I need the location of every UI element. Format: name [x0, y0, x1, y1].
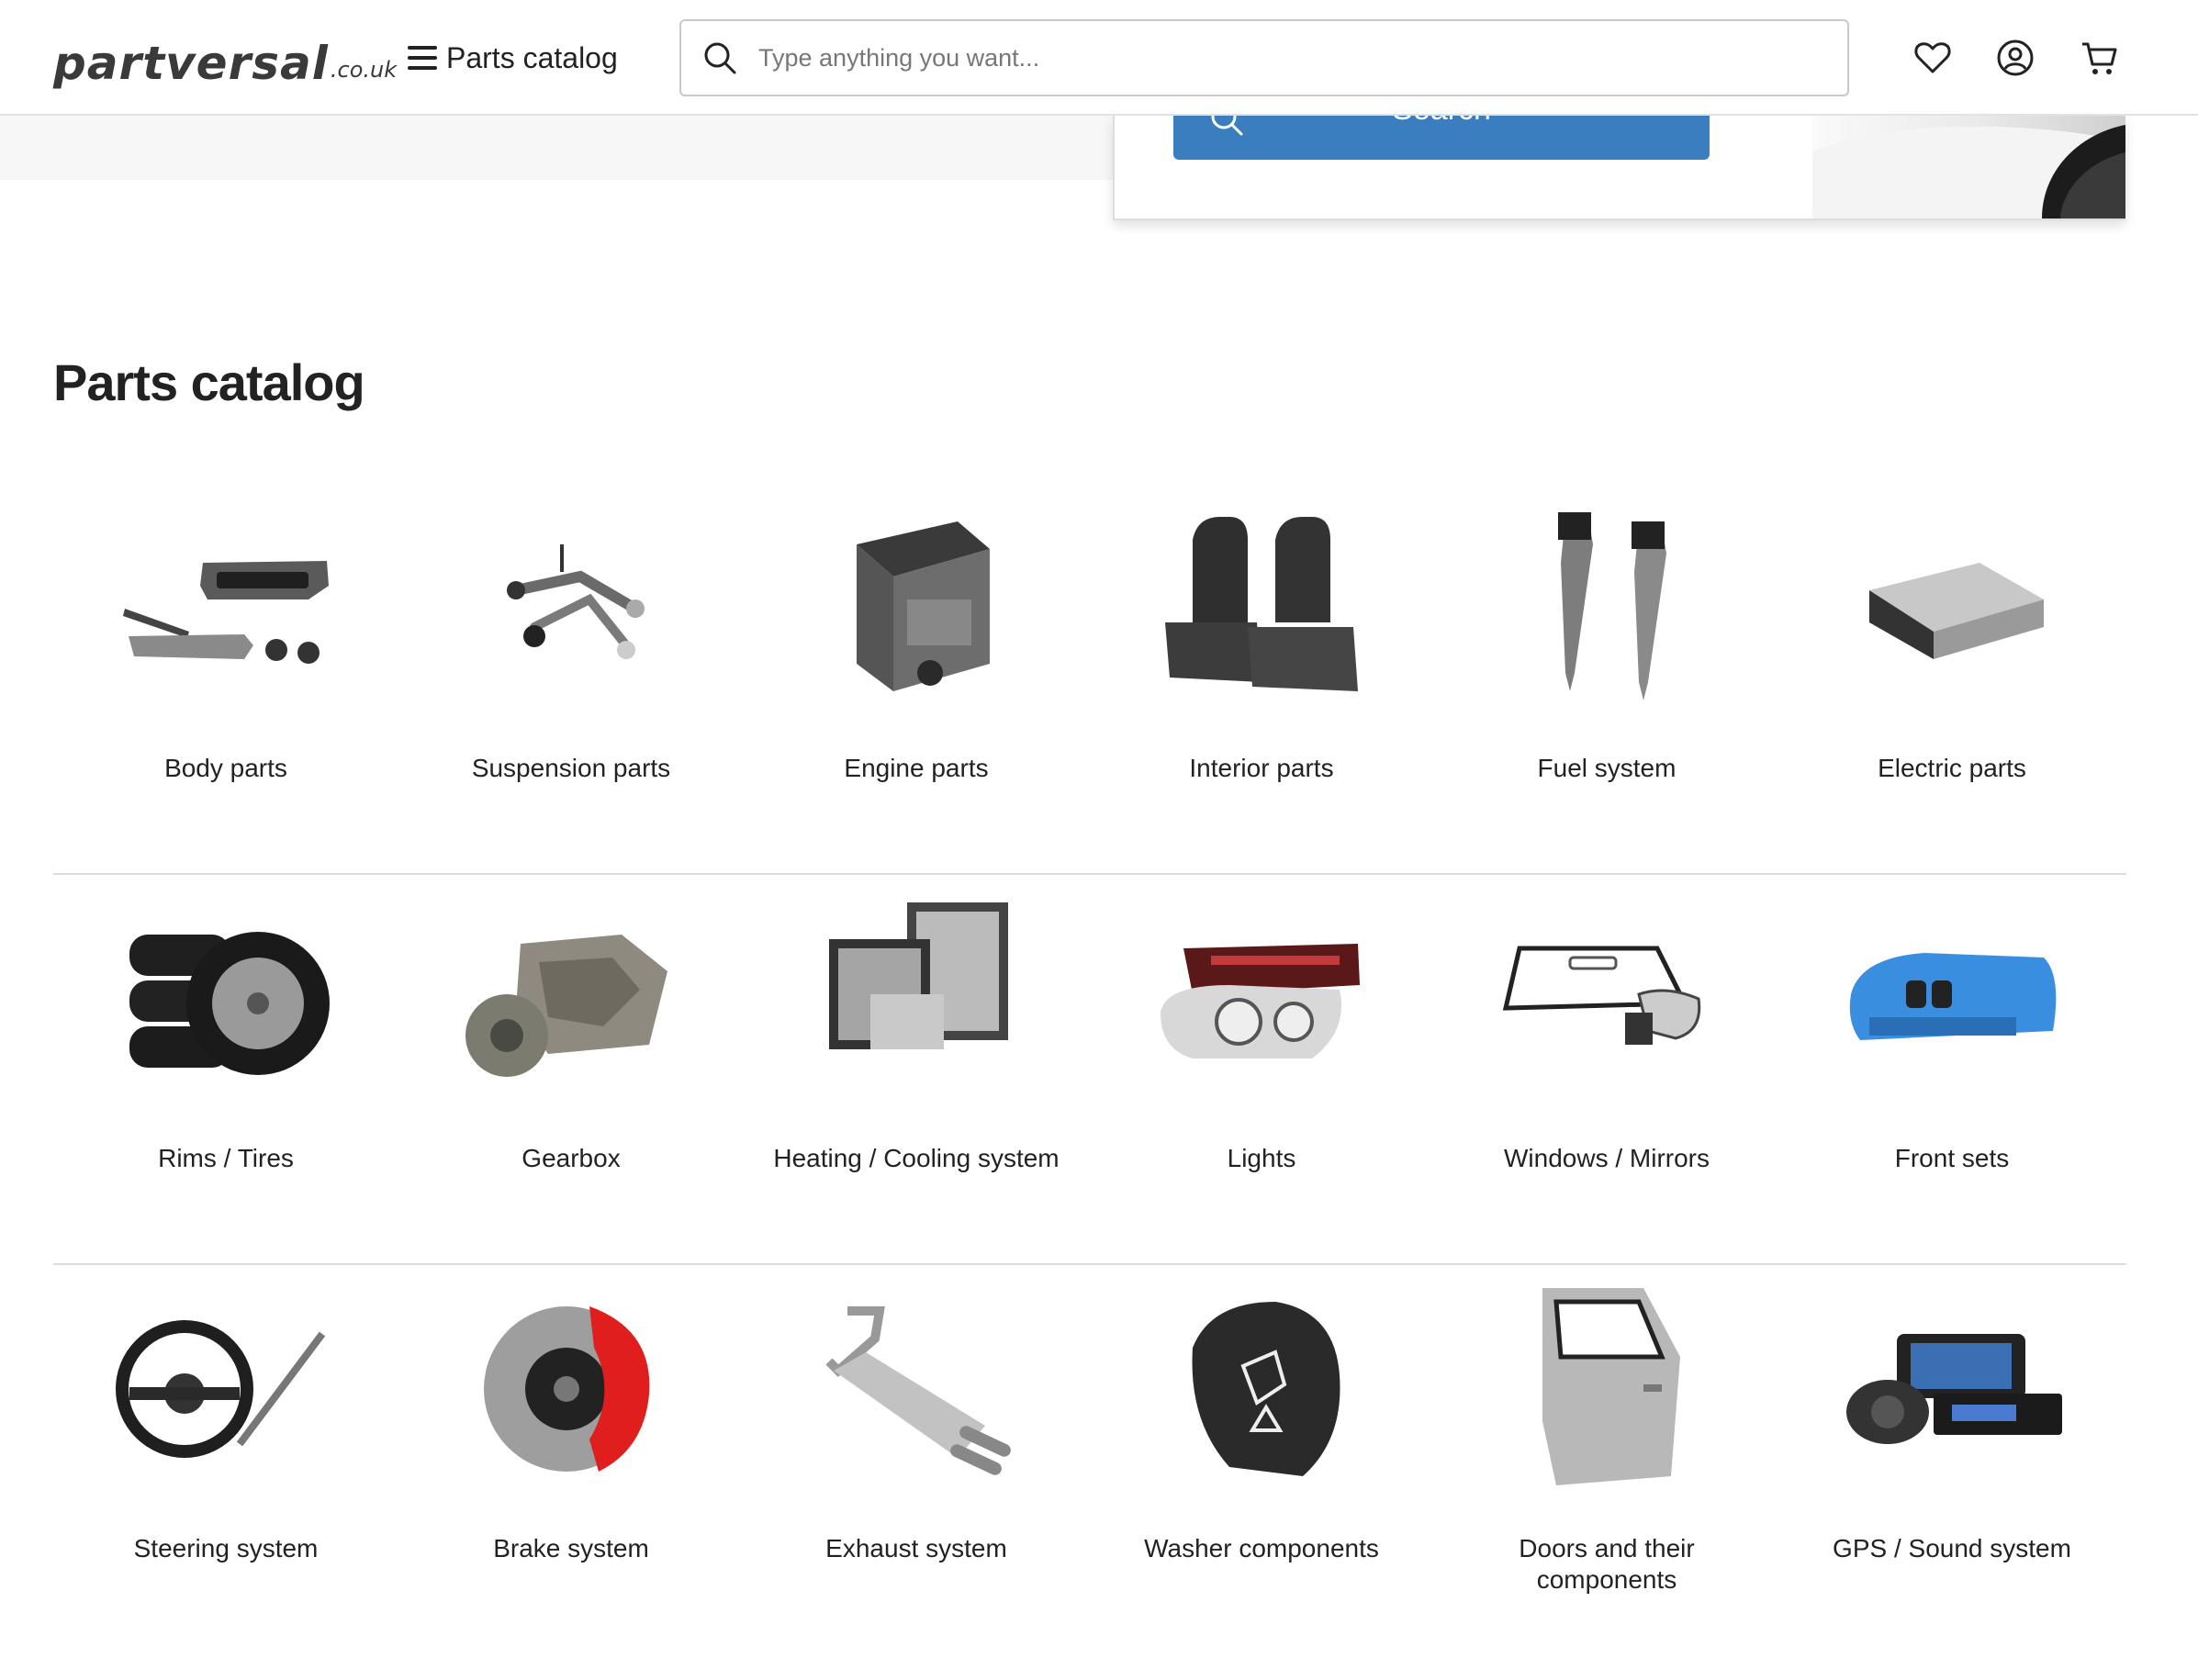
- doors-image: [1487, 1283, 1726, 1495]
- category-engine-parts[interactable]: Engine parts: [744, 485, 1089, 873]
- body-parts-image: [107, 503, 345, 714]
- exhaust-system-image: [797, 1283, 1036, 1495]
- parts-catalog-menu-button[interactable]: Parts catalog: [408, 37, 618, 79]
- vehicle-search-card: Search: [1113, 116, 2125, 220]
- category-label: Engine parts: [844, 754, 989, 782]
- fuel-system-image: [1487, 503, 1726, 714]
- category-label: Interior parts: [1189, 754, 1334, 782]
- category-windows-mirrors[interactable]: Windows / Mirrors: [1434, 875, 1779, 1263]
- lights-image: [1142, 893, 1381, 1104]
- category-electric-parts[interactable]: Electric parts: [1779, 485, 2125, 873]
- category-label: Lights: [1227, 1144, 1296, 1172]
- category-brake-system[interactable]: Brake system: [398, 1265, 744, 1655]
- category-interior-parts[interactable]: Interior parts: [1089, 485, 1434, 873]
- rims-tires-image: [107, 893, 345, 1104]
- logo-suffix: .co.uk: [330, 57, 398, 83]
- logo-text: partversal: [53, 37, 329, 90]
- catalog-row: Rims / Tires Gearbox Heating / Cooling s…: [53, 875, 2126, 1265]
- category-label: Exhaust system: [825, 1534, 1007, 1562]
- category-label: Suspension parts: [471, 754, 671, 782]
- category-exhaust-system[interactable]: Exhaust system: [744, 1265, 1089, 1655]
- catalog-row: Body parts Suspension parts Engine parts…: [53, 485, 2126, 875]
- category-label: Front sets: [1894, 1144, 2010, 1172]
- category-label: GPS / Sound system: [1833, 1534, 2071, 1562]
- category-washer-components[interactable]: Washer components: [1089, 1265, 1434, 1655]
- heating-cooling-image: [797, 893, 1036, 1104]
- category-label: Rims / Tires: [158, 1144, 294, 1172]
- search-input[interactable]: [758, 43, 1768, 73]
- search-button-label: Search: [1173, 116, 1710, 128]
- category-gps-sound[interactable]: GPS / Sound system: [1779, 1265, 2125, 1655]
- steering-system-image: [107, 1283, 345, 1495]
- category-suspension-parts[interactable]: Suspension parts: [398, 485, 744, 873]
- vehicle-search-button[interactable]: Search: [1173, 116, 1710, 160]
- catalog-row: Steering system Brake system Exhaust sys…: [53, 1265, 2126, 1655]
- cart-icon[interactable]: [2079, 37, 2121, 79]
- category-heating-cooling[interactable]: Heating / Cooling system: [744, 875, 1089, 1263]
- catalog-menu-label: Parts catalog: [446, 40, 618, 74]
- category-label: Heating / Cooling system: [773, 1144, 1060, 1172]
- windows-mirrors-image: [1487, 893, 1726, 1104]
- suspension-parts-image: [452, 503, 690, 714]
- gps-sound-image: [1833, 1283, 2071, 1495]
- site-header: partversal .co.uk Parts catalog: [0, 0, 2198, 116]
- category-label: Steering system: [133, 1534, 319, 1562]
- front-sets-image: [1833, 893, 2071, 1104]
- electric-parts-image: [1833, 503, 2071, 714]
- category-label: Doors and their components: [1519, 1534, 1695, 1594]
- washer-components-image: [1142, 1283, 1381, 1495]
- category-lights[interactable]: Lights: [1089, 875, 1434, 1263]
- parts-catalog-grid: Body parts Suspension parts Engine parts…: [53, 485, 2126, 1655]
- category-body-parts[interactable]: Body parts: [53, 485, 398, 873]
- site-logo[interactable]: partversal .co.uk: [53, 31, 397, 86]
- car-image: [1812, 116, 2125, 218]
- brake-system-image: [452, 1283, 690, 1495]
- category-label: Gearbox: [521, 1144, 621, 1172]
- engine-parts-image: [797, 503, 1036, 714]
- category-label: Body parts: [164, 754, 287, 782]
- category-gearbox[interactable]: Gearbox: [398, 875, 744, 1263]
- hamburger-icon: [408, 46, 437, 70]
- category-label: Washer components: [1144, 1534, 1379, 1562]
- interior-parts-image: [1142, 503, 1381, 714]
- category-rims-tires[interactable]: Rims / Tires: [53, 875, 398, 1263]
- category-label: Electric parts: [1878, 754, 2026, 782]
- search-bar: [679, 19, 1849, 96]
- account-icon[interactable]: [1994, 37, 2036, 79]
- category-label: Fuel system: [1537, 754, 1677, 782]
- category-steering-system[interactable]: Steering system: [53, 1265, 398, 1655]
- search-icon[interactable]: [701, 39, 738, 76]
- page-title: Parts catalog: [53, 353, 365, 411]
- category-fuel-system[interactable]: Fuel system: [1434, 485, 1779, 873]
- category-label: Brake system: [493, 1534, 649, 1562]
- category-doors[interactable]: Doors and their components: [1434, 1265, 1779, 1655]
- category-label: Windows / Mirrors: [1503, 1144, 1710, 1172]
- heart-icon[interactable]: [1912, 37, 1954, 79]
- hero-background: [0, 116, 1113, 180]
- category-front-sets[interactable]: Front sets: [1779, 875, 2125, 1263]
- gearbox-image: [452, 893, 690, 1104]
